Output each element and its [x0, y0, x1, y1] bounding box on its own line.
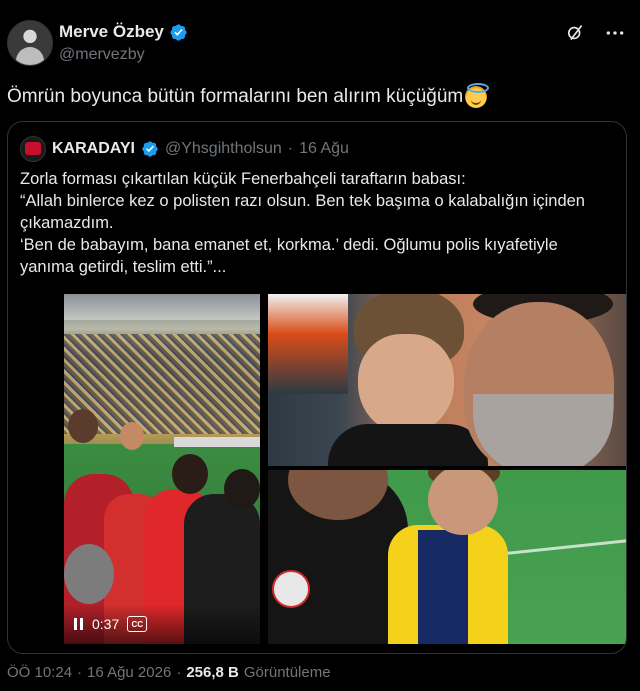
author-avatar[interactable] — [7, 20, 53, 66]
quoted-date[interactable]: 16 Ağu — [299, 140, 349, 158]
fan-head — [224, 469, 260, 509]
quoted-line: çıkamazdım. — [20, 214, 114, 232]
tweet-date[interactable]: 16 Ağu 2026 — [87, 664, 171, 681]
quoted-verified-badge-icon — [142, 141, 158, 157]
halo-emoji-icon — [465, 83, 490, 108]
tweet-meta: ÖÖ 10:24 · 16 Ağu 2026 · 256,8 B Görüntü… — [7, 664, 331, 681]
quoted-line: ‘Ben de babayım, bana emanet et, korkma.… — [20, 236, 558, 254]
captions-icon[interactable]: CC — [127, 616, 148, 632]
jersey-stripe — [418, 530, 468, 644]
quoted-author-avatar[interactable] — [20, 136, 46, 162]
field-line — [498, 539, 626, 556]
police-badge — [272, 570, 310, 608]
quoted-line: Zorla forması çıkartılan küçük Fenerbahç… — [20, 170, 466, 188]
tweet-text-content: Ömrün boyunca bütün formalarını ben alır… — [7, 86, 464, 107]
quoted-tweet-body: Zorla forması çıkartılan küçük Fenerbahç… — [20, 168, 614, 278]
fan-head — [172, 454, 208, 494]
quoted-line: “Allah binlerce kez o polisten razı olsu… — [20, 192, 585, 210]
tweet-text: Ömrün boyunca bütün formalarını ben alır… — [7, 83, 490, 108]
header-actions — [564, 22, 626, 44]
police-carrying-child-photo[interactable] — [268, 470, 626, 644]
child-shirt — [328, 424, 488, 466]
stadium-roof — [64, 294, 260, 320]
video-controls: 0:37 CC — [64, 604, 260, 644]
fan-head — [68, 409, 98, 443]
photo-background — [268, 294, 348, 394]
stadium-video[interactable]: 0:37 CC — [64, 294, 260, 644]
meta-separator: · — [77, 664, 83, 681]
grok-icon[interactable] — [564, 22, 586, 44]
stadium-adboard — [174, 437, 260, 447]
author-name[interactable]: Merve Özbey — [59, 22, 164, 42]
verified-badge-icon — [170, 23, 187, 41]
tweet-header: Merve Özbey @mervezby — [7, 18, 626, 68]
more-options-icon[interactable] — [604, 22, 626, 44]
meta-separator: · — [176, 664, 182, 681]
quoted-separator: · — [287, 140, 294, 157]
views-label: Görüntüleme — [243, 664, 331, 681]
quoted-author-handle[interactable]: @Yhsgihtholsun — [165, 140, 282, 158]
author-name-row: Merve Özbey — [59, 22, 188, 42]
author-handle[interactable]: @mervezby — [59, 46, 145, 64]
fan-head — [64, 544, 114, 604]
views-count: 256,8 B — [186, 664, 239, 681]
fan-head — [120, 422, 144, 450]
father-and-son-photo[interactable] — [268, 294, 626, 466]
quoted-tweet-header: KARADAYI @Yhsgihtholsun · 16 Ağu — [20, 136, 349, 162]
quoted-tweet-card[interactable]: KARADAYI @Yhsgihtholsun · 16 Ağu Zorla f… — [7, 121, 627, 654]
tweet-time[interactable]: ÖÖ 10:24 — [7, 664, 72, 681]
pause-icon[interactable] — [74, 618, 84, 630]
quoted-media-grid: 0:37 CC — [64, 294, 626, 644]
child-head — [428, 470, 498, 535]
quoted-line: yanıma getirdi, teslim etti.”... — [20, 258, 227, 276]
quoted-author-name[interactable]: KARADAYI — [52, 140, 135, 158]
father-beard — [473, 394, 613, 466]
child-face — [358, 334, 454, 434]
video-time: 0:37 — [92, 616, 120, 632]
